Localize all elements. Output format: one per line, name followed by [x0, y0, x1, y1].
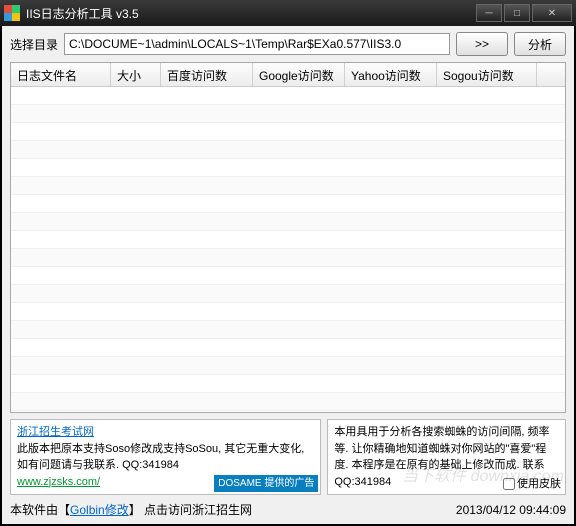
table-row: [11, 321, 565, 339]
app-icon: [4, 5, 20, 21]
ad-tag: DOSAME 提供的广告: [214, 475, 318, 492]
info-left-box: 浙江招生考试网 此版本把原本支持Soso修改成支持SoSou, 其它无重大变化,…: [10, 419, 321, 495]
table-row: [11, 285, 565, 303]
dir-label: 选择目录: [10, 36, 58, 53]
table-row: [11, 375, 565, 393]
client-area: 选择目录 >> 分析 日志文件名大小百度访问数Google访问数Yahoo访问数…: [0, 26, 576, 526]
table-row: [11, 393, 565, 411]
table-row: [11, 123, 565, 141]
maximize-button[interactable]: □: [504, 4, 530, 22]
skin-label: 使用皮肤: [517, 476, 561, 493]
column-header[interactable]: 日志文件名: [11, 63, 111, 86]
table-row: [11, 267, 565, 285]
table-row: [11, 339, 565, 357]
table-header: 日志文件名大小百度访问数Google访问数Yahoo访问数Sogou访问数: [11, 63, 565, 87]
table-row: [11, 357, 565, 375]
title-text: IIS日志分析工具 v3.5: [26, 5, 476, 22]
skin-checkbox[interactable]: [503, 478, 515, 490]
table-row: [11, 249, 565, 267]
app-window: IIS日志分析工具 v3.5 ─ □ ✕ 选择目录 >> 分析 日志文件名大小百…: [0, 0, 576, 526]
sponsor-link[interactable]: 浙江招生考试网: [17, 426, 94, 438]
column-header[interactable]: Yahoo访问数: [345, 63, 437, 86]
skin-toggle[interactable]: 使用皮肤: [503, 476, 561, 493]
table-row: [11, 213, 565, 231]
table-body[interactable]: [11, 87, 565, 412]
log-table: 日志文件名大小百度访问数Google访问数Yahoo访问数Sogou访问数: [10, 62, 566, 413]
titlebar[interactable]: IIS日志分析工具 v3.5 ─ □ ✕: [0, 0, 576, 26]
analyze-button[interactable]: 分析: [514, 32, 566, 56]
browse-button[interactable]: >>: [456, 32, 508, 56]
table-row: [11, 231, 565, 249]
footer-time: 2013/04/12 09:44:09: [456, 503, 566, 517]
author-link[interactable]: Golbin修改: [70, 503, 129, 517]
table-row: [11, 303, 565, 321]
status-bar: 本软件由【Golbin修改】 点击访问浙江招生网 2013/04/12 09:4…: [10, 499, 566, 520]
column-header[interactable]: Google访问数: [253, 63, 345, 86]
table-row: [11, 195, 565, 213]
table-row: [11, 411, 565, 412]
column-header[interactable]: 百度访问数: [161, 63, 253, 86]
minimize-button[interactable]: ─: [476, 4, 502, 22]
table-row: [11, 159, 565, 177]
footer-left: 本软件由【Golbin修改】 点击访问浙江招生网: [10, 501, 252, 518]
close-button[interactable]: ✕: [532, 4, 572, 22]
info-row: 浙江招生考试网 此版本把原本支持Soso修改成支持SoSou, 其它无重大变化,…: [10, 419, 566, 495]
table-row: [11, 141, 565, 159]
table-row: [11, 105, 565, 123]
info-left-body: 此版本把原本支持Soso修改成支持SoSou, 其它无重大变化, 如有问题请与我…: [17, 443, 304, 472]
column-header[interactable]: 大小: [111, 63, 161, 86]
table-row: [11, 177, 565, 195]
site-link[interactable]: www.zjzsks.com/: [17, 476, 100, 488]
directory-row: 选择目录 >> 分析: [10, 32, 566, 56]
info-right-box: 本用具用于分析各搜索蜘蛛的访问间隔, 频率等. 让你精确地知道蜘蛛对你网站的"喜…: [327, 419, 566, 495]
path-input[interactable]: [64, 33, 450, 55]
window-controls: ─ □ ✕: [476, 4, 572, 22]
table-row: [11, 87, 565, 105]
column-header[interactable]: Sogou访问数: [437, 63, 537, 86]
